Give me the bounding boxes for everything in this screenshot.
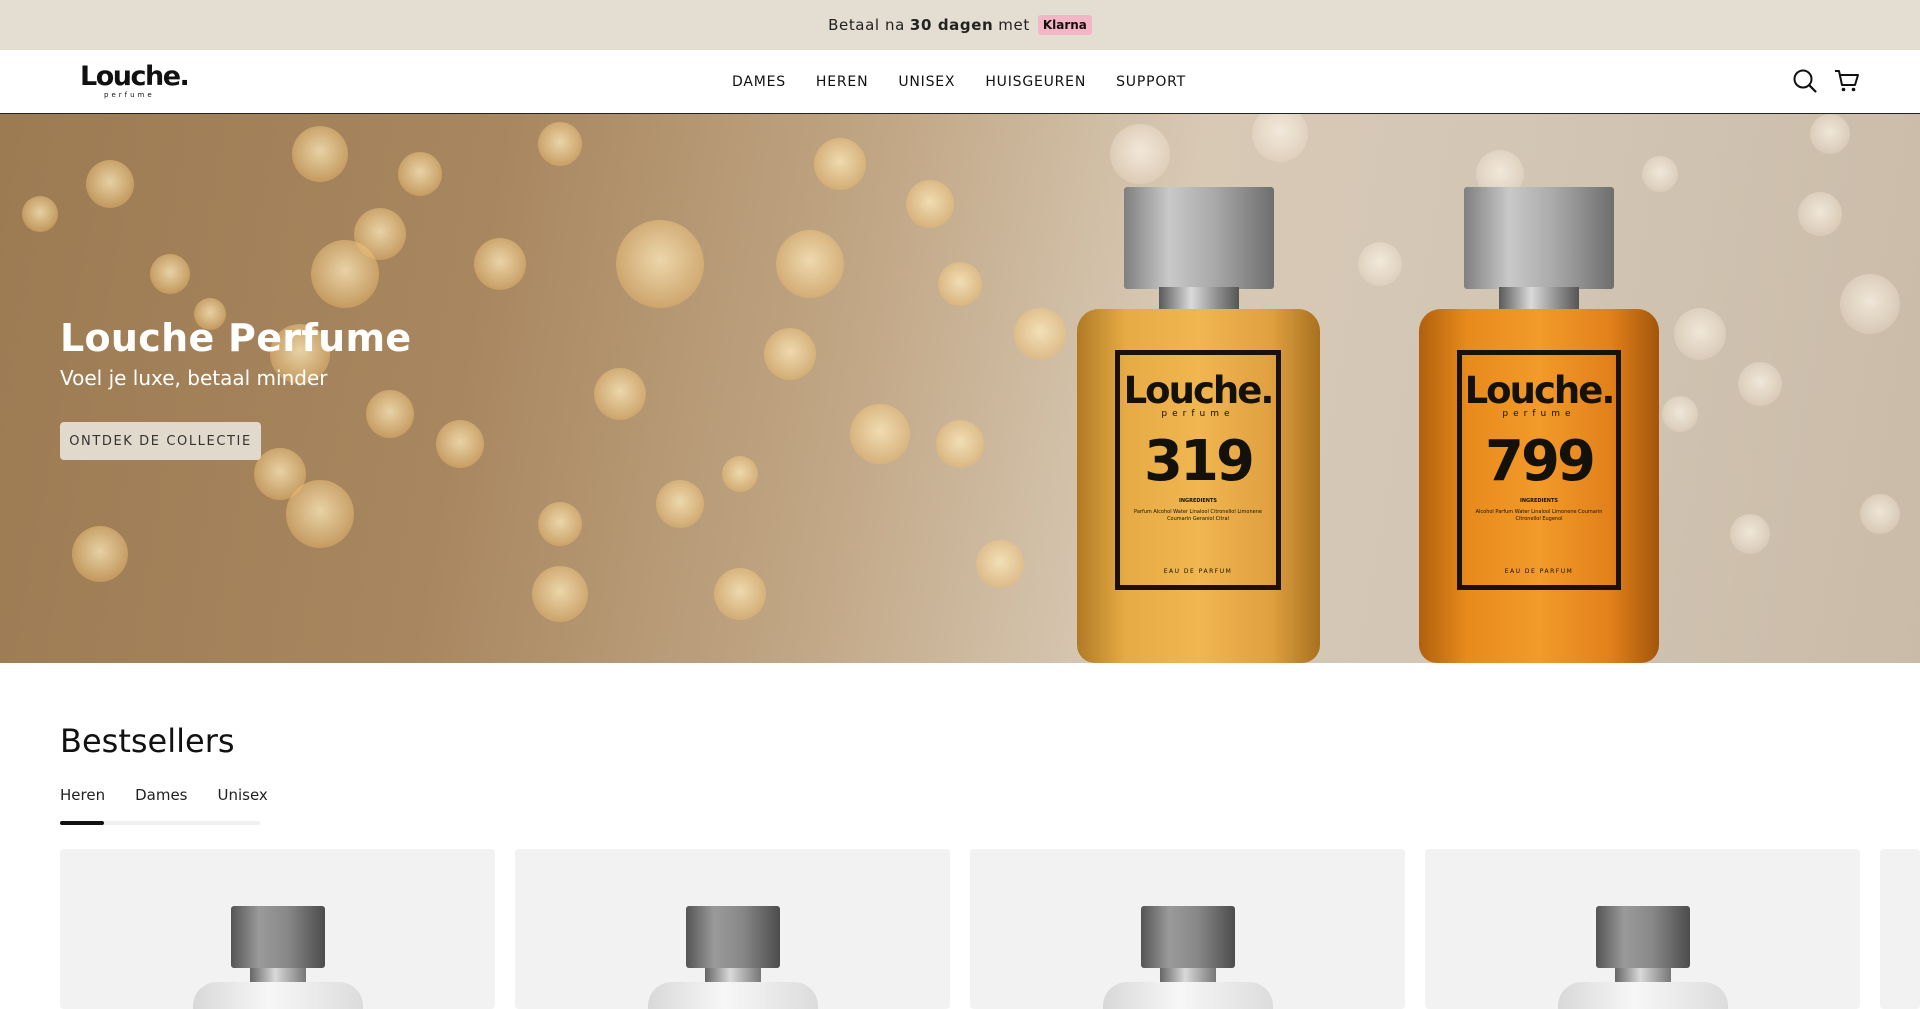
announcement-suffix: met — [998, 16, 1030, 34]
tab-unisex[interactable]: Unisex — [218, 786, 268, 804]
bokeh-light — [1730, 514, 1770, 554]
bokeh-light — [1014, 308, 1066, 360]
bokeh-light — [1840, 274, 1900, 334]
bokeh-light — [1798, 192, 1842, 236]
bokeh-light — [976, 540, 1024, 588]
bokeh-light — [1252, 114, 1308, 162]
product-image — [1595, 906, 1690, 968]
site-header: Louche. perfume DAMES HEREN UNISEX HUISG… — [0, 50, 1920, 114]
hero-bottle-319: Louche. perfume 319 INGREDIENTS Parfum A… — [1077, 187, 1320, 663]
product-image — [230, 906, 325, 968]
bokeh-light — [936, 420, 984, 468]
bokeh-light — [1110, 124, 1170, 184]
product-card[interactable] — [970, 849, 1405, 1009]
nav-support[interactable]: SUPPORT — [1101, 50, 1201, 114]
bestsellers-tabs: Heren Dames Unisex — [60, 786, 268, 804]
nav-heren[interactable]: HEREN — [801, 50, 883, 114]
bokeh-light — [616, 220, 704, 308]
bokeh-light — [538, 122, 582, 166]
bokeh-light — [1810, 114, 1850, 154]
hero-title: Louche Perfume — [60, 316, 412, 360]
bokeh-light — [776, 230, 844, 298]
main-nav: DAMES HEREN UNISEX HUISGEUREN SUPPORT — [0, 50, 1920, 114]
logo[interactable]: Louche. perfume — [80, 62, 190, 102]
bokeh-light — [474, 238, 526, 290]
bokeh-light — [254, 448, 306, 500]
bottle-label: Louche. perfume 799 INGREDIENTS Alcohol … — [1457, 350, 1621, 590]
bokeh-light — [532, 566, 588, 622]
product-card[interactable] — [515, 849, 950, 1009]
bokeh-light — [292, 126, 348, 182]
nav-huisgeuren[interactable]: HUISGEUREN — [970, 50, 1101, 114]
bokeh-light — [150, 254, 190, 294]
discover-collection-button[interactable]: ONTDEK DE COLLECTIE — [60, 422, 261, 460]
search-icon[interactable] — [1792, 68, 1818, 94]
bestsellers-title: Bestsellers — [60, 722, 235, 760]
bokeh-light — [1674, 308, 1726, 360]
bokeh-light — [714, 568, 766, 620]
announcement-bold: 30 dagen — [909, 16, 994, 34]
bokeh-light — [1738, 362, 1782, 406]
logo-sub: perfume — [104, 91, 155, 99]
nav-unisex[interactable]: UNISEX — [883, 50, 970, 114]
bokeh-light — [22, 196, 58, 232]
hero-banner: Louche. perfume 319 INGREDIENTS Parfum A… — [0, 114, 1920, 663]
announcement-prefix: Betaal na — [828, 16, 905, 34]
bokeh-light — [436, 420, 484, 468]
product-image — [1140, 906, 1235, 968]
product-image — [685, 906, 780, 968]
hero-bottle-799: Louche. perfume 799 INGREDIENTS Alcohol … — [1419, 187, 1659, 663]
bokeh-light — [656, 480, 704, 528]
bokeh-light — [906, 180, 954, 228]
bokeh-light — [366, 390, 414, 438]
product-card[interactable] — [1880, 849, 1920, 1009]
bokeh-light — [1860, 494, 1900, 534]
tab-active-indicator — [60, 821, 104, 825]
klarna-badge: Klarna — [1037, 15, 1092, 35]
cart-icon[interactable] — [1834, 68, 1860, 94]
bokeh-light — [86, 160, 134, 208]
bokeh-light — [722, 456, 758, 492]
bokeh-light — [538, 502, 582, 546]
bokeh-light — [354, 208, 406, 260]
bokeh-light — [1662, 396, 1698, 432]
bottle-label: Louche. perfume 319 INGREDIENTS Parfum A… — [1115, 350, 1281, 590]
tab-dames[interactable]: Dames — [135, 786, 187, 804]
bokeh-light — [72, 526, 128, 582]
tab-heren[interactable]: Heren — [60, 786, 105, 804]
bokeh-light — [814, 138, 866, 190]
product-card[interactable] — [1425, 849, 1860, 1009]
nav-dames[interactable]: DAMES — [717, 50, 801, 114]
hero-subtitle: Voel je luxe, betaal minder — [60, 366, 328, 390]
logo-text: Louche. — [80, 61, 190, 92]
bokeh-light — [938, 262, 982, 306]
product-card[interactable] — [60, 849, 495, 1009]
bokeh-light — [850, 404, 910, 464]
bokeh-light — [594, 368, 646, 420]
announcement-bar: Betaal na 30 dagen met Klarna — [0, 0, 1920, 50]
bokeh-light — [764, 328, 816, 380]
tab-indicator-track — [60, 821, 260, 825]
bokeh-light — [1358, 242, 1402, 286]
bokeh-light — [398, 152, 442, 196]
